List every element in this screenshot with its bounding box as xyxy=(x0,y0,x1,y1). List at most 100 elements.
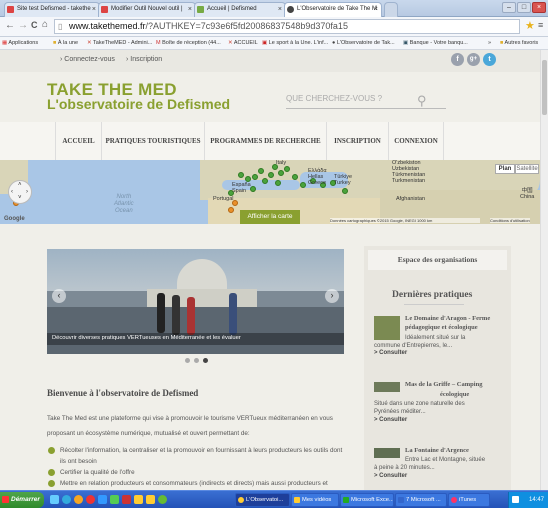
map-marker[interactable] xyxy=(238,172,244,178)
browser-tab-4-active[interactable]: L'Observatoire de Take The M × xyxy=(284,2,382,17)
map-marker[interactable] xyxy=(275,180,281,186)
new-tab-button[interactable] xyxy=(384,2,398,17)
map-marker[interactable] xyxy=(268,172,274,178)
bookmark-accueil[interactable]: ✕ ACCUEIL xyxy=(228,37,258,49)
pan-right-icon[interactable]: › xyxy=(26,189,28,195)
tray-icon[interactable] xyxy=(512,496,519,503)
quicklaunch-icon[interactable] xyxy=(146,495,155,504)
quicklaunch-icon[interactable] xyxy=(98,495,107,504)
quicklaunch-icon[interactable] xyxy=(74,495,83,504)
start-button[interactable]: Démarrer xyxy=(0,492,44,508)
slider-dot[interactable] xyxy=(194,358,199,363)
practice-title[interactable]: Le Domaine d'Aragon - Ferme pédagogique e… xyxy=(405,314,509,332)
map-marker-orange[interactable] xyxy=(228,207,234,213)
map-marker[interactable] xyxy=(252,174,258,180)
page-scrollbar[interactable] xyxy=(540,50,548,490)
map-marker[interactable] xyxy=(258,168,264,174)
task-excel[interactable]: Microsoft Exce... xyxy=(340,493,394,507)
close-tab-icon[interactable]: × xyxy=(188,3,192,16)
slider-next-icon[interactable]: › xyxy=(325,289,339,303)
search-icon[interactable]: ⚲ xyxy=(417,91,427,111)
back-icon[interactable]: ← xyxy=(5,20,15,31)
nav-accueil[interactable]: ACCUEIL xyxy=(55,122,102,160)
quicklaunch-icon[interactable] xyxy=(122,495,131,504)
close-tab-icon[interactable]: × xyxy=(278,3,282,16)
close-tab-icon[interactable]: × xyxy=(374,3,378,16)
slider-dot[interactable] xyxy=(185,358,190,363)
map-pan-control[interactable]: ˄ ‹ › ˅ xyxy=(8,180,32,204)
scrollbar-thumb[interactable] xyxy=(542,60,547,115)
login-link[interactable]: › Connectez-vous xyxy=(60,56,115,63)
map-widget[interactable]: España Spain Portugal Italy Ελλάδα Hellas G… xyxy=(0,160,540,224)
quicklaunch-icon[interactable] xyxy=(50,495,59,504)
consult-link[interactable]: > Consulter xyxy=(374,350,407,356)
bookmark-takethemed[interactable]: ✕ TakeTheMED - Admini... xyxy=(87,37,152,49)
map-type-satellite[interactable]: Satellite xyxy=(515,164,539,174)
task-itunes[interactable]: iTunes xyxy=(448,493,490,507)
minimize-icon[interactable]: – xyxy=(502,2,516,13)
bookmarks-overflow[interactable]: » xyxy=(488,37,491,49)
site-search-input[interactable]: QUE CHERCHEZ-VOUS ? ⚲ xyxy=(286,89,446,109)
close-tab-icon[interactable]: × xyxy=(92,3,96,16)
home-icon[interactable]: ⌂ xyxy=(42,19,48,30)
slider-dot-active[interactable] xyxy=(203,358,208,363)
map-marker[interactable] xyxy=(342,188,348,194)
task-chrome[interactable]: L'Observatoi... xyxy=(235,493,290,507)
task-videos[interactable]: Mes vidéos xyxy=(291,493,339,507)
organizations-link[interactable]: Espace des organisations xyxy=(368,250,507,270)
url-input[interactable]: ▯ www.takethemed.fr/?AUTHKEY=7c93e6f5fd2… xyxy=(54,19,520,34)
quicklaunch-icon[interactable] xyxy=(134,495,143,504)
quicklaunch-icon[interactable] xyxy=(86,495,95,504)
task-word[interactable]: 7 Microsoft ... xyxy=(395,493,447,507)
browser-tab-3[interactable]: Accueil | Defismed × xyxy=(194,2,286,17)
map-marker[interactable] xyxy=(262,178,268,184)
facebook-icon[interactable]: f xyxy=(451,53,464,66)
practice-thumbnail[interactable] xyxy=(374,382,400,392)
quicklaunch-icon[interactable] xyxy=(62,495,71,504)
map-terms-link[interactable]: Conditions d'utilisation xyxy=(490,218,530,223)
hero-slider[interactable]: Découvrir diverses pratiques VERTueuses … xyxy=(47,249,344,354)
menu-icon[interactable]: ≡ xyxy=(538,20,543,30)
bookmark-sport[interactable]: ▣ Le sport à la Une. L'inf... xyxy=(262,37,328,49)
browser-tab-1[interactable]: Site test Defismed - takethe × xyxy=(4,2,100,17)
close-window-icon[interactable]: × xyxy=(532,2,546,13)
show-map-button[interactable]: Afficher la carte xyxy=(240,210,300,224)
practice-thumbnail[interactable] xyxy=(374,448,400,458)
nav-programmes[interactable]: PROGRAMMES DE RECHERCHE xyxy=(205,122,327,160)
bookmark-observatoire[interactable]: ● L'Observatoire de Tak... xyxy=(332,37,395,49)
nav-pratiques[interactable]: PRATIQUES TOURISTIQUES xyxy=(102,122,205,160)
map-marker[interactable] xyxy=(278,170,284,176)
quicklaunch-icon[interactable] xyxy=(110,495,119,504)
bookmark-folder-alaune[interactable]: ■ À la une xyxy=(53,37,78,49)
bookmark-star-icon[interactable]: ★ xyxy=(525,19,535,32)
twitter-icon[interactable]: t xyxy=(483,53,496,66)
slider-prev-icon[interactable]: ‹ xyxy=(52,289,66,303)
map-type-plan[interactable]: Plan xyxy=(495,164,515,174)
bookmark-banque[interactable]: ▣ Banque - Votre banqu... xyxy=(403,37,468,49)
consult-link[interactable]: > Consulter xyxy=(374,417,407,423)
practice-thumbnail[interactable] xyxy=(374,316,400,340)
map-marker[interactable] xyxy=(300,182,306,188)
practice-title[interactable]: La Fontaine d'Argence xyxy=(405,446,509,455)
pan-left-icon[interactable]: ‹ xyxy=(11,189,13,195)
consult-link[interactable]: > Consulter xyxy=(374,473,407,479)
bookmark-other[interactable]: ■ Autres favoris xyxy=(500,37,538,49)
clock[interactable]: 14:47 xyxy=(529,497,544,503)
quicklaunch-icon[interactable] xyxy=(158,495,167,504)
pan-down-icon[interactable]: ˅ xyxy=(18,195,22,201)
bookmark-apps[interactable]: ▦ Applications xyxy=(2,37,38,49)
nav-connexion[interactable]: CONNEXION xyxy=(389,122,444,160)
map-marker[interactable] xyxy=(284,166,290,172)
practice-title[interactable]: Mas de la Griffe – Camping xyxy=(405,380,509,389)
pan-up-icon[interactable]: ˄ xyxy=(18,182,22,188)
browser-tab-2[interactable]: Modifier Outil Nouvel outil | × xyxy=(98,2,196,17)
bookmark-inbox[interactable]: M Boîte de réception (44... xyxy=(156,37,221,49)
signup-link[interactable]: › Inscription xyxy=(126,56,162,63)
site-logo-line2[interactable]: L'observatoire de Defismed xyxy=(47,96,230,112)
reload-icon[interactable]: C xyxy=(31,20,38,30)
maximize-icon[interactable]: □ xyxy=(517,2,531,13)
forward-icon[interactable]: → xyxy=(18,20,28,31)
practice-title[interactable]: écologique xyxy=(440,390,469,399)
googleplus-icon[interactable]: g+ xyxy=(467,53,480,66)
map-marker[interactable] xyxy=(292,174,298,180)
